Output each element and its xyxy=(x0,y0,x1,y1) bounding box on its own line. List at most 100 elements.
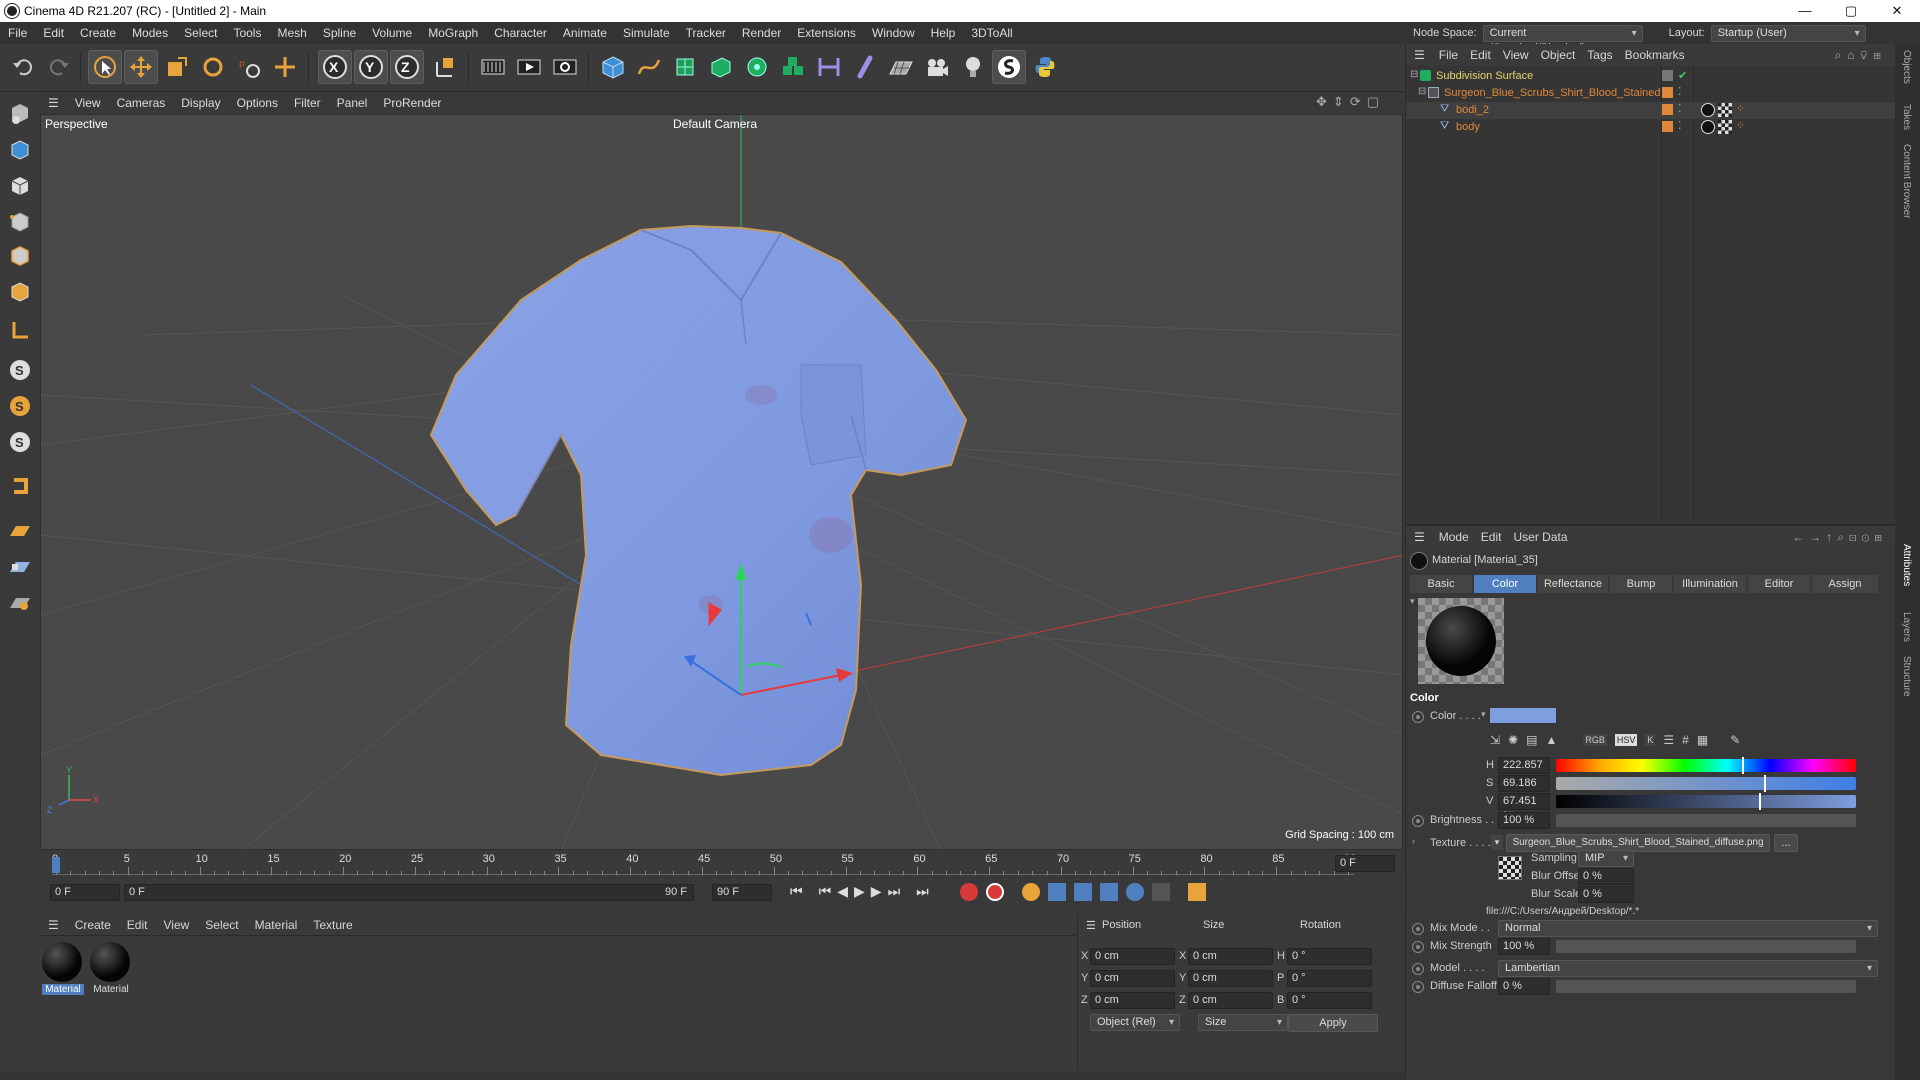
material-tag-icon[interactable] xyxy=(1701,103,1715,117)
viewport-navigation-icons[interactable]: ✥⇕⟳▢ xyxy=(1308,94,1393,110)
next-keyframe-icon[interactable]: ⏭ xyxy=(888,883,901,900)
play-icon[interactable]: ▶ xyxy=(854,883,865,900)
attribute-menu-edit[interactable]: Edit xyxy=(1475,530,1508,544)
model-dropdown[interactable]: Lambertian xyxy=(1498,960,1878,977)
color-spectrum-icon[interactable]: ▤ xyxy=(1526,733,1537,747)
animate-brightness-radio[interactable] xyxy=(1412,815,1424,827)
position-z-field[interactable]: 0 cm xyxy=(1090,992,1175,1009)
enabled-check-icon[interactable]: ✔ xyxy=(1678,69,1687,82)
size-z-field[interactable]: 0 cm xyxy=(1188,992,1273,1009)
material-swatch[interactable]: Material xyxy=(90,942,132,1000)
color-wheel-swap-icon[interactable]: ⇲ xyxy=(1490,733,1500,747)
undo-icon[interactable] xyxy=(6,50,40,84)
visibility-dots-icon[interactable]: ⁚ xyxy=(1678,102,1682,115)
tab-editor[interactable]: Editor xyxy=(1748,575,1810,593)
value-slider[interactable] xyxy=(1556,793,1856,810)
workplane-snap-icon[interactable]: S xyxy=(4,390,36,422)
swatches-icon[interactable]: ▦ xyxy=(1697,733,1708,747)
axis-mode-icon[interactable] xyxy=(4,314,36,346)
model-mode-icon[interactable] xyxy=(4,134,36,166)
cube-primitive-icon[interactable] xyxy=(596,50,630,84)
tab-reflectance[interactable]: Reflectance xyxy=(1538,575,1608,593)
y-axis-lock-icon[interactable]: Y xyxy=(354,50,388,84)
locked-workplane-icon[interactable] xyxy=(4,550,36,582)
hue-slider[interactable] xyxy=(1556,757,1856,774)
transform-tool-icon[interactable]: P xyxy=(232,50,266,84)
close-button[interactable]: ✕ xyxy=(1874,0,1920,22)
object-manager-tools-icons[interactable]: ⌕⌂⊽⊞ xyxy=(1835,48,1887,63)
keyframe-selection-icon[interactable] xyxy=(1022,883,1040,901)
size-y-field[interactable]: 0 cm xyxy=(1188,970,1273,987)
texture-tag-icon[interactable] xyxy=(1718,103,1732,117)
phong-tag-icon[interactable]: ⁘ xyxy=(1736,119,1745,132)
key-point-level-icon[interactable] xyxy=(1152,883,1170,901)
go-to-start-icon[interactable]: ⏮ xyxy=(790,883,803,900)
menu-select[interactable]: Select xyxy=(176,26,225,40)
object-menu-bookmarks[interactable]: Bookmarks xyxy=(1619,48,1691,62)
menu-simulate[interactable]: Simulate xyxy=(615,26,678,40)
coordinate-mode-dropdown[interactable]: Object (Rel) xyxy=(1090,1014,1180,1031)
material-menu-material[interactable]: Material xyxy=(247,918,306,932)
menu-extensions[interactable]: Extensions xyxy=(789,26,864,40)
attribute-menu-mode[interactable]: Mode xyxy=(1433,530,1475,544)
current-frame-field[interactable]: 0 F xyxy=(1335,855,1395,872)
camera-icon[interactable] xyxy=(920,50,954,84)
edges-mode-icon[interactable] xyxy=(4,240,36,272)
animate-color-radio[interactable] xyxy=(1412,711,1424,723)
diffuse-falloff-field[interactable]: 0 % xyxy=(1498,978,1550,995)
hsv-mode-button[interactable]: HSV xyxy=(1614,734,1638,746)
object-row-body[interactable]: ⛛ body ⁚ ⁘ xyxy=(1406,119,1896,136)
spline-pen-icon[interactable] xyxy=(632,50,666,84)
layer-color-icon[interactable] xyxy=(1662,87,1673,98)
color-image-icon[interactable]: ▲ xyxy=(1545,733,1557,747)
tab-illumination[interactable]: Illumination xyxy=(1674,575,1746,593)
menu-help[interactable]: Help xyxy=(923,26,964,40)
tab-color[interactable]: Color xyxy=(1474,575,1536,593)
planar-workplane-icon[interactable] xyxy=(4,586,36,618)
visibility-dots-icon[interactable]: ⁚ xyxy=(1678,119,1682,132)
viewport-menu-cameras[interactable]: Cameras xyxy=(109,96,174,110)
texture-expand-icon[interactable]: › xyxy=(1412,836,1415,846)
saturation-slider[interactable] xyxy=(1556,775,1856,792)
tweak-mode-icon[interactable] xyxy=(4,470,36,502)
subdivision-surface-icon[interactable] xyxy=(668,50,702,84)
object-menu-tags[interactable]: Tags xyxy=(1581,48,1618,62)
material-menu-select[interactable]: Select xyxy=(197,918,246,932)
viewport-menu-options[interactable]: Options xyxy=(229,96,286,110)
position-x-field[interactable]: 0 cm xyxy=(1090,948,1175,965)
texture-dropdown-chevron-icon[interactable]: ▾ xyxy=(1491,835,1503,850)
tab-basic[interactable]: Basic xyxy=(1410,575,1472,593)
menu-animate[interactable]: Animate xyxy=(555,26,615,40)
side-tab-attributes[interactable]: Attributes xyxy=(1901,544,1912,586)
make-editable-icon[interactable] xyxy=(4,98,36,130)
material-swatch[interactable]: Material xyxy=(42,942,84,1000)
object-menu-file[interactable]: File xyxy=(1433,48,1464,62)
rotation-p-field[interactable]: 0 ° xyxy=(1287,970,1372,987)
position-y-field[interactable]: 0 cm xyxy=(1090,970,1175,987)
layer-color-icon[interactable] xyxy=(1662,121,1673,132)
viewport-menu-prorender[interactable]: ProRender xyxy=(375,96,449,110)
rotation-b-field[interactable]: 0 ° xyxy=(1287,992,1372,1009)
next-frame-icon[interactable]: ▶ xyxy=(871,883,882,900)
material-menu-edit[interactable]: Edit xyxy=(119,918,156,932)
field-icon[interactable] xyxy=(848,50,882,84)
menu-spline[interactable]: Spline xyxy=(315,26,364,40)
previous-frame-icon[interactable]: ◀ xyxy=(837,883,848,900)
go-to-end-icon[interactable]: ⏭ xyxy=(916,883,929,900)
object-menu-edit[interactable]: Edit xyxy=(1464,48,1497,62)
viewport-menu-hamburger-icon[interactable]: ☰ xyxy=(40,96,67,110)
snap-icon[interactable]: S xyxy=(4,354,36,386)
light-icon[interactable] xyxy=(956,50,990,84)
collapse-chevron-icon[interactable]: ▾ xyxy=(1410,596,1415,607)
mix-mode-dropdown[interactable]: Normal xyxy=(1498,920,1878,937)
menu-create[interactable]: Create xyxy=(72,26,124,40)
rotate-tool-icon[interactable] xyxy=(196,50,230,84)
coords-menu-hamburger-icon[interactable]: ☰ xyxy=(1078,919,1104,932)
menu-tools[interactable]: Tools xyxy=(225,26,269,40)
color-swatch[interactable] xyxy=(1490,708,1556,723)
side-tab-layers[interactable]: Layers xyxy=(1901,612,1912,642)
layer-tag-icon[interactable] xyxy=(1662,70,1673,81)
side-tab-objects[interactable]: Objects xyxy=(1901,50,1912,84)
mix-strength-field[interactable]: 100 % xyxy=(1498,938,1550,955)
scrubs-shirt-model[interactable] xyxy=(41,115,1403,850)
